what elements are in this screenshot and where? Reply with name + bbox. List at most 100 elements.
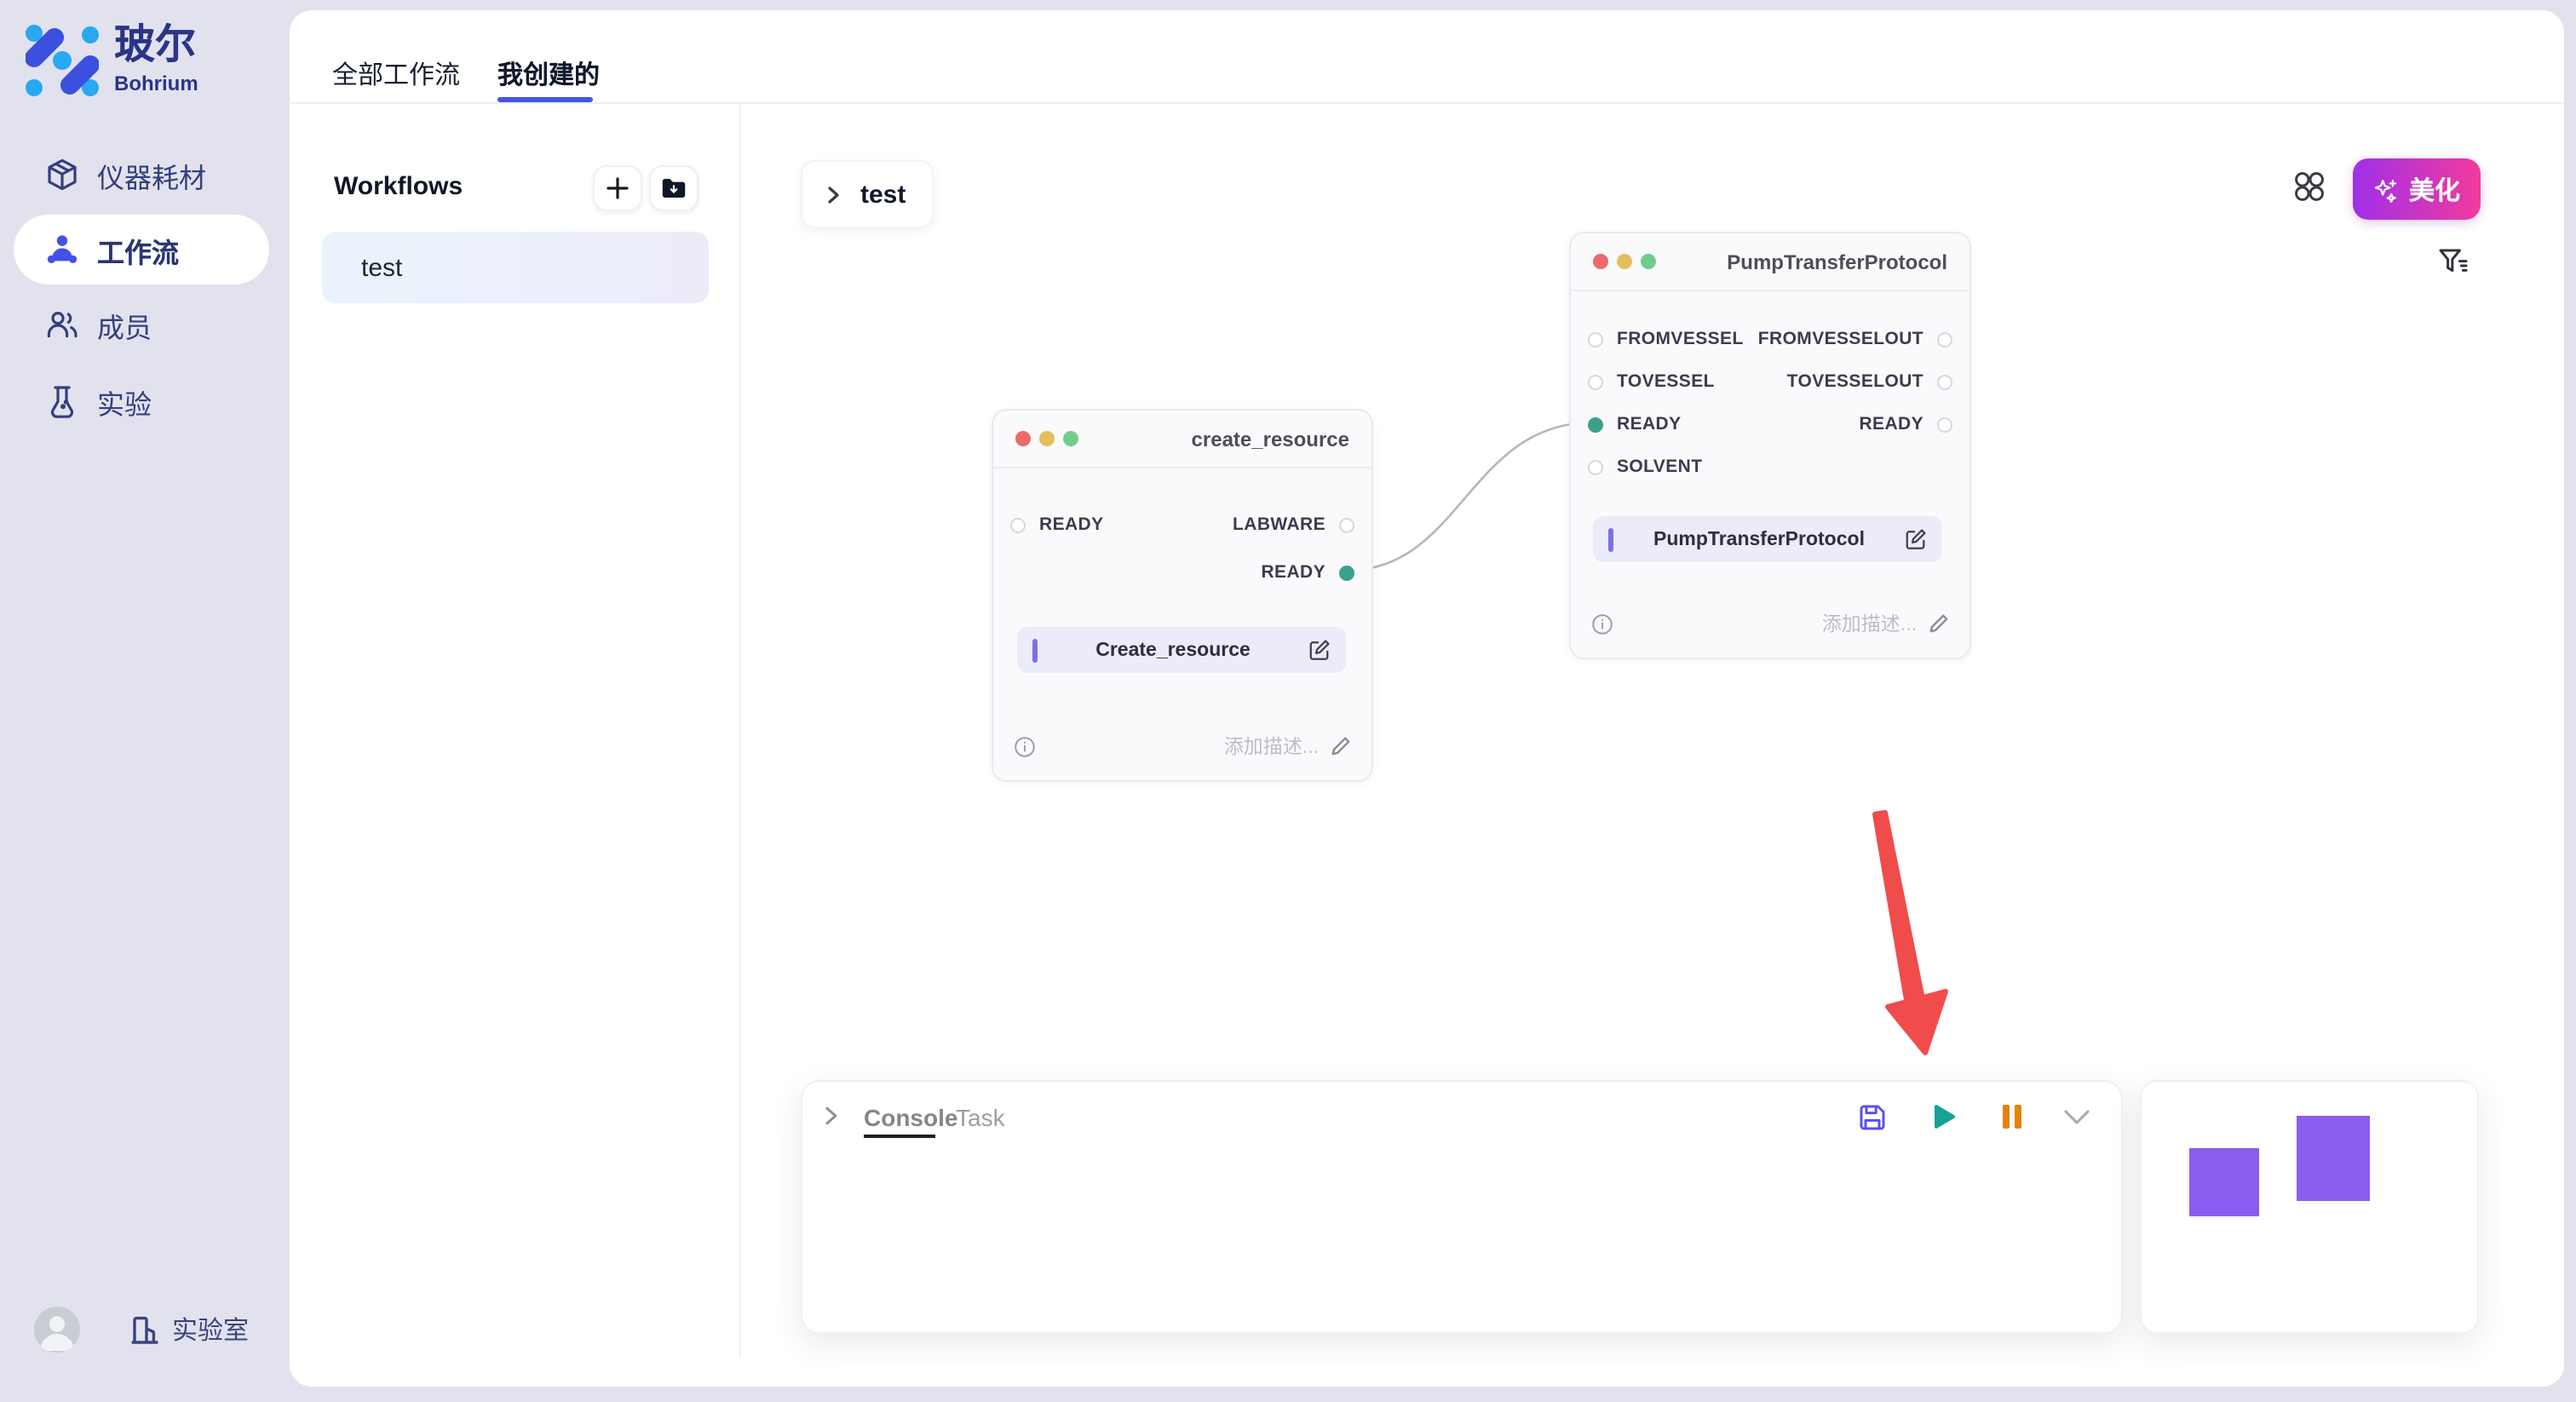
- input-port-fromvessel[interactable]: FROMVESSEL: [1588, 329, 1744, 349]
- port-circle[interactable]: [1339, 517, 1354, 532]
- output-port-ready[interactable]: READY: [1859, 414, 1952, 434]
- filter-funnel-icon[interactable]: [2436, 245, 2469, 278]
- package-icon: [44, 157, 80, 192]
- edit-icon[interactable]: [1905, 528, 1927, 550]
- sidebar-item-label: 工作流: [97, 229, 179, 270]
- port-circle[interactable]: [1937, 374, 1952, 389]
- sparkles-icon: [2373, 176, 2399, 202]
- port-label: READY: [1261, 562, 1325, 583]
- sidebar-item-instruments[interactable]: 仪器耗材: [14, 140, 269, 210]
- output-port-labware[interactable]: LABWARE: [1233, 514, 1354, 535]
- tab-label: 全部工作流: [332, 61, 460, 90]
- sidebar-item-label: 仪器耗材: [97, 154, 206, 195]
- task-tab[interactable]: Task: [956, 1104, 1005, 1131]
- pill-label: PumpTransferProtocol: [1613, 529, 1905, 549]
- port-circle[interactable]: [1588, 331, 1603, 347]
- port-circle[interactable]: [1937, 331, 1952, 347]
- port-label: FROMVESSELOUT: [1758, 329, 1923, 349]
- info-icon[interactable]: [1014, 735, 1036, 757]
- info-icon[interactable]: [1591, 612, 1613, 635]
- port-label: TOVESSEL: [1617, 371, 1715, 392]
- pill-label: Create_resource: [1038, 640, 1308, 660]
- logo-subtitle: Bohrium: [114, 72, 198, 95]
- port-row: READY READY: [1588, 407, 1952, 441]
- save-icon[interactable]: [1857, 1102, 1888, 1133]
- node-pump-transfer-protocol[interactable]: PumpTransferProtocol FROMVESSEL FROMVESS…: [1569, 232, 1971, 659]
- port-label: READY: [1617, 414, 1682, 434]
- app-logo: 玻尔 Bohrium: [26, 24, 198, 97]
- breadcrumb-label: test: [860, 180, 906, 209]
- edit-icon[interactable]: [1308, 639, 1331, 661]
- dot-yellow: [1039, 431, 1055, 446]
- pencil-icon[interactable]: [1331, 736, 1351, 756]
- input-port-tovessel[interactable]: TOVESSEL: [1588, 371, 1715, 392]
- tab-label: 我创建的: [497, 61, 600, 90]
- run-icon[interactable]: [1929, 1102, 1958, 1131]
- port-circle[interactable]: [1937, 417, 1952, 432]
- input-port-ready[interactable]: READY: [1010, 514, 1104, 535]
- port-row: TOVESSEL TOVESSELOUT: [1588, 365, 1952, 399]
- node-footer: 添加描述...: [1014, 733, 1351, 760]
- port-circle[interactable]: [1010, 517, 1026, 532]
- add-workflow-button[interactable]: [593, 165, 642, 211]
- dot-red: [1593, 254, 1608, 269]
- sidebar-item-label: 成员: [97, 304, 152, 345]
- sidebar-item-workflows[interactable]: 工作流: [14, 215, 269, 284]
- node-pill-create-resource[interactable]: Create_resource: [1017, 627, 1346, 673]
- canvas-minimap[interactable]: [2140, 1080, 2479, 1334]
- traffic-light-dots: [1015, 431, 1078, 446]
- sidebar-footer: 实验室: [34, 1307, 249, 1353]
- canvas-breadcrumb[interactable]: test: [801, 160, 934, 228]
- building-icon: [128, 1313, 162, 1347]
- beautify-label: 美化: [2409, 171, 2460, 207]
- input-port-solvent[interactable]: SOLVENT: [1588, 457, 1702, 477]
- experiment-icon: [44, 383, 80, 419]
- user-avatar[interactable]: [34, 1307, 80, 1353]
- console-tab-label: Console: [864, 1104, 957, 1131]
- chevron-down-icon[interactable]: [2063, 1109, 2090, 1126]
- port-circle-connected[interactable]: [1588, 417, 1603, 432]
- sidebar: 玻尔 Bohrium 仪器耗材 工作流: [0, 0, 283, 1402]
- node-pill-pump-transfer[interactable]: PumpTransferProtocol: [1593, 516, 1942, 562]
- port-label: READY: [1859, 414, 1923, 434]
- workspace-label: 实验室: [172, 1312, 249, 1347]
- pause-icon[interactable]: [1998, 1102, 2026, 1131]
- description-placeholder[interactable]: 添加描述...: [1822, 610, 1917, 637]
- node-header: PumpTransferProtocol: [1571, 233, 1969, 291]
- port-label: TOVESSELOUT: [1787, 371, 1923, 392]
- output-port-tovesselout[interactable]: TOVESSELOUT: [1787, 371, 1952, 392]
- import-workflow-button[interactable]: [649, 165, 699, 211]
- console-tab[interactable]: Console: [864, 1104, 957, 1131]
- workflow-list-item-test[interactable]: test: [322, 232, 709, 303]
- active-tab-underline: [497, 97, 593, 102]
- tab-all-workflows[interactable]: 全部工作流: [332, 56, 460, 92]
- sidebar-item-experiments[interactable]: 实验: [14, 366, 269, 436]
- beautify-button[interactable]: 美化: [2353, 158, 2481, 220]
- tabbar-divider: [290, 102, 2564, 104]
- output-port-ready[interactable]: READY: [1261, 562, 1354, 583]
- port-circle-connected[interactable]: [1339, 565, 1354, 580]
- description-placeholder[interactable]: 添加描述...: [1224, 733, 1319, 760]
- plus-icon: [605, 175, 630, 201]
- input-port-ready[interactable]: READY: [1588, 414, 1682, 434]
- node-title: create_resource: [1192, 427, 1349, 451]
- sidebar-item-members[interactable]: 成员: [14, 290, 269, 359]
- workflows-panel-divider: [739, 104, 741, 1358]
- node-footer: 添加描述...: [1591, 610, 1949, 637]
- workspace-switcher[interactable]: 实验室: [128, 1312, 249, 1347]
- collapse-chevron-icon[interactable]: [821, 1106, 842, 1126]
- node-header: create_resource: [993, 411, 1371, 468]
- logo-text: 玻尔 Bohrium: [114, 26, 198, 95]
- pencil-icon[interactable]: [1929, 613, 1949, 634]
- dot-green: [1641, 254, 1656, 269]
- command-layout-icon[interactable]: [2293, 170, 2326, 203]
- chevron-right-icon: [825, 185, 843, 204]
- port-circle[interactable]: [1588, 459, 1603, 474]
- workflow-item-label: test: [361, 253, 402, 282]
- output-port-fromvesselout[interactable]: FROMVESSELOUT: [1758, 329, 1952, 349]
- tab-created-by-me[interactable]: 我创建的: [497, 56, 600, 92]
- workflow-icon: [44, 232, 80, 267]
- minimap-node-create-resource: [2189, 1148, 2259, 1216]
- node-create-resource[interactable]: create_resource READY LABWARE READY Crea…: [992, 409, 1373, 782]
- port-circle[interactable]: [1588, 374, 1603, 389]
